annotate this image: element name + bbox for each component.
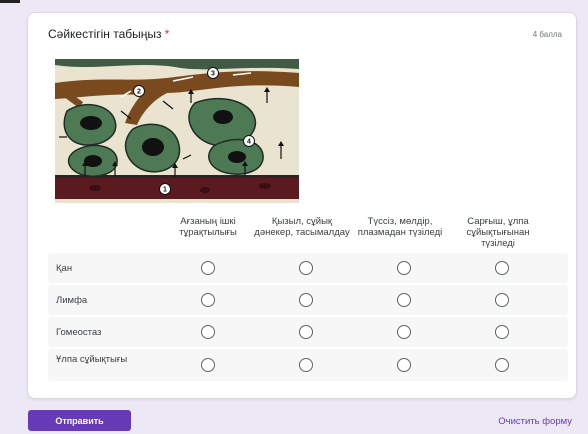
radio-blood-col4[interactable]	[495, 261, 509, 275]
question-title-text: Сәйкестігін табыңыз	[48, 27, 162, 41]
radio-tissue-fluid-col2[interactable]	[299, 358, 313, 372]
grid-row-homeostasis: Гомеостаз	[48, 317, 568, 347]
row-label-tissue-fluid: Ұлпа сұйықтығы	[56, 354, 128, 365]
marker-2: 2	[137, 89, 141, 96]
column-header-4: Сарғыш, ұлпа сұйықтығынан түзіледі	[466, 216, 530, 249]
row-label-lymph: Лимфа	[56, 295, 88, 306]
radio-blood-col2[interactable]	[299, 261, 313, 275]
question-card: Сәйкестігін табыңыз * 4 балла 1 2 3 4 Ағ…	[27, 12, 577, 399]
grid-row-lymph: Лимфа	[48, 285, 568, 315]
row-label-blood: Қан	[56, 263, 73, 274]
column-header-2: Қызыл, сұйық дәнекер, тасымалдау	[254, 216, 350, 238]
required-asterisk: *	[164, 27, 170, 41]
column-header-1: Ағзаның ішкі тұрақтылығы	[179, 216, 237, 238]
submit-button[interactable]: Отправить	[28, 410, 131, 431]
radio-lymph-col2[interactable]	[299, 293, 313, 307]
grid-row-tissue-fluid: Ұлпа сұйықтығы	[48, 349, 568, 381]
radio-lymph-col4[interactable]	[495, 293, 509, 307]
radio-homeostasis-col1[interactable]	[201, 325, 215, 339]
question-title: Сәйкестігін табыңыз *	[48, 27, 169, 41]
top-edge-line	[0, 0, 20, 3]
radio-homeostasis-col3[interactable]	[397, 325, 411, 339]
marker-1: 1	[163, 187, 167, 194]
grid-row-blood: Қан	[48, 253, 568, 283]
points-label: 4 балла	[532, 30, 562, 39]
radio-tissue-fluid-col1[interactable]	[201, 358, 215, 372]
marker-4: 4	[247, 139, 251, 146]
radio-lymph-col1[interactable]	[201, 293, 215, 307]
marker-3: 3	[211, 71, 215, 78]
radio-homeostasis-col2[interactable]	[299, 325, 313, 339]
radio-tissue-fluid-col4[interactable]	[495, 358, 509, 372]
radio-lymph-col3[interactable]	[397, 293, 411, 307]
radio-tissue-fluid-col3[interactable]	[397, 358, 411, 372]
clear-form-link[interactable]: Очистить форму	[498, 416, 572, 427]
radio-blood-col3[interactable]	[397, 261, 411, 275]
radio-blood-col1[interactable]	[201, 261, 215, 275]
row-label-homeostasis: Гомеостаз	[56, 327, 102, 338]
tissue-fluid-illustration: 1 2 3 4	[55, 59, 299, 203]
radio-homeostasis-col4[interactable]	[495, 325, 509, 339]
column-header-3: Түссіз, мөлдір, плазмадан түзіледі	[357, 216, 443, 238]
